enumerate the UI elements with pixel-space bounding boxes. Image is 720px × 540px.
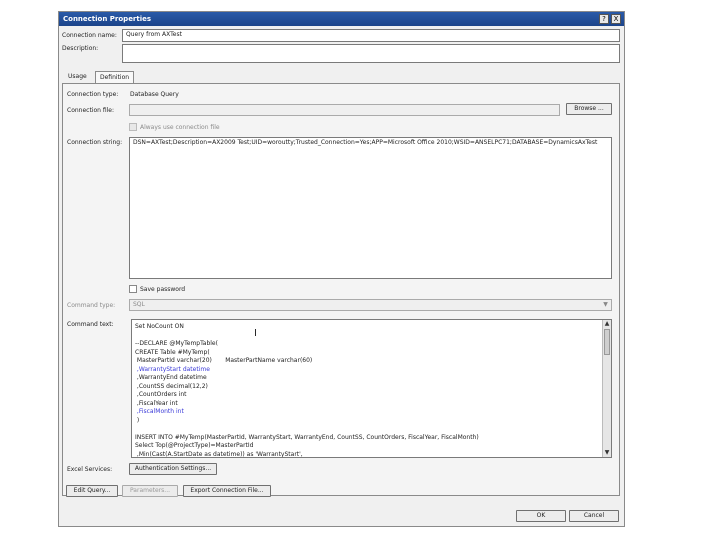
command-text-line: ,CountOrders int bbox=[135, 391, 187, 398]
command-text-line: ,Min(Cast(A.StartDate as datetime)) as '… bbox=[135, 450, 303, 458]
connection-file-label: Connection file: bbox=[67, 107, 115, 114]
edit-query-button[interactable]: Edit Query... bbox=[66, 485, 118, 497]
parameters-button[interactable]: Parameters... bbox=[122, 485, 178, 497]
description-input[interactable] bbox=[122, 44, 620, 63]
connection-name-label: Connection name: bbox=[62, 32, 117, 39]
command-text-line: ,WarrantyStart datetime bbox=[135, 365, 210, 373]
command-text-line: Select Top(@ProjectType)=MasterPartId bbox=[135, 442, 254, 449]
command-text-line: ,FiscalYear int bbox=[135, 399, 178, 407]
command-text-label: Command text: bbox=[67, 321, 114, 328]
browse-button[interactable]: Browse ... bbox=[566, 103, 612, 115]
help-button[interactable]: ? bbox=[599, 14, 609, 24]
save-password-checkbox[interactable] bbox=[129, 285, 137, 293]
tab-usage[interactable]: Usage bbox=[64, 71, 91, 83]
connection-string-label: Connection string: bbox=[67, 139, 123, 146]
command-text-line: ,CountSS decimal(12,2) bbox=[135, 382, 208, 390]
command-text-scrollbar[interactable]: ▲ ▼ bbox=[602, 320, 611, 457]
connection-string-input[interactable]: DSN=AXTest;Description=AX2009 Test;UID=w… bbox=[129, 137, 612, 279]
command-text-line: Set NoCount ON bbox=[135, 323, 184, 330]
command-type-select[interactable]: SQL ▼ bbox=[129, 299, 612, 311]
dropdown-arrow-icon: ▼ bbox=[603, 301, 608, 308]
command-text-editor[interactable]: Set NoCount ON --DECLARE @MyTempTable(CRE… bbox=[131, 319, 612, 458]
command-type-value: SQL bbox=[133, 301, 145, 308]
text-cursor-icon: I bbox=[254, 328, 257, 339]
scroll-thumb[interactable] bbox=[604, 329, 610, 355]
command-text-line: CREATE Table #MyTemp( bbox=[135, 348, 210, 356]
scroll-down-arrow-icon[interactable]: ▼ bbox=[603, 449, 611, 457]
cancel-button[interactable]: Cancel bbox=[569, 510, 619, 522]
export-connection-file-button[interactable]: Export Connection File... bbox=[183, 485, 271, 497]
always-use-connection-file-checkbox[interactable] bbox=[129, 123, 137, 131]
command-text-line: --DECLARE @MyTempTable( bbox=[135, 340, 218, 347]
scroll-up-arrow-icon[interactable]: ▲ bbox=[603, 320, 611, 328]
title-bar: Connection Properties ? X bbox=[59, 12, 624, 26]
connection-name-input[interactable]: Query from AXTest bbox=[122, 29, 620, 42]
description-label: Description: bbox=[62, 45, 99, 52]
connection-type-label: Connection type: bbox=[67, 91, 119, 98]
connection-type-value: Database Query bbox=[130, 91, 179, 98]
command-type-label: Command type: bbox=[67, 302, 116, 309]
excel-services-label: Excel Services: bbox=[67, 466, 113, 473]
command-text-line: ,WarrantyEnd datetime bbox=[135, 374, 207, 381]
ok-button[interactable]: OK bbox=[516, 510, 566, 522]
command-text-line: INSERT INTO #MyTemp(MasterPartId, Warran… bbox=[135, 433, 479, 441]
always-use-connection-file-label: Always use connection file bbox=[140, 124, 220, 131]
save-password-label: Save password bbox=[140, 286, 186, 293]
command-text-line: ) bbox=[135, 416, 140, 424]
authentication-settings-button[interactable]: Authentication Settings... bbox=[129, 463, 217, 475]
command-text-line: MasterPartId varchar(20) MasterPartName … bbox=[135, 357, 313, 364]
connection-file-input[interactable] bbox=[129, 104, 560, 116]
command-text-line: ,FiscalMonth int bbox=[135, 408, 184, 415]
close-button[interactable]: X bbox=[611, 14, 621, 24]
window-title: Connection Properties bbox=[63, 15, 152, 23]
